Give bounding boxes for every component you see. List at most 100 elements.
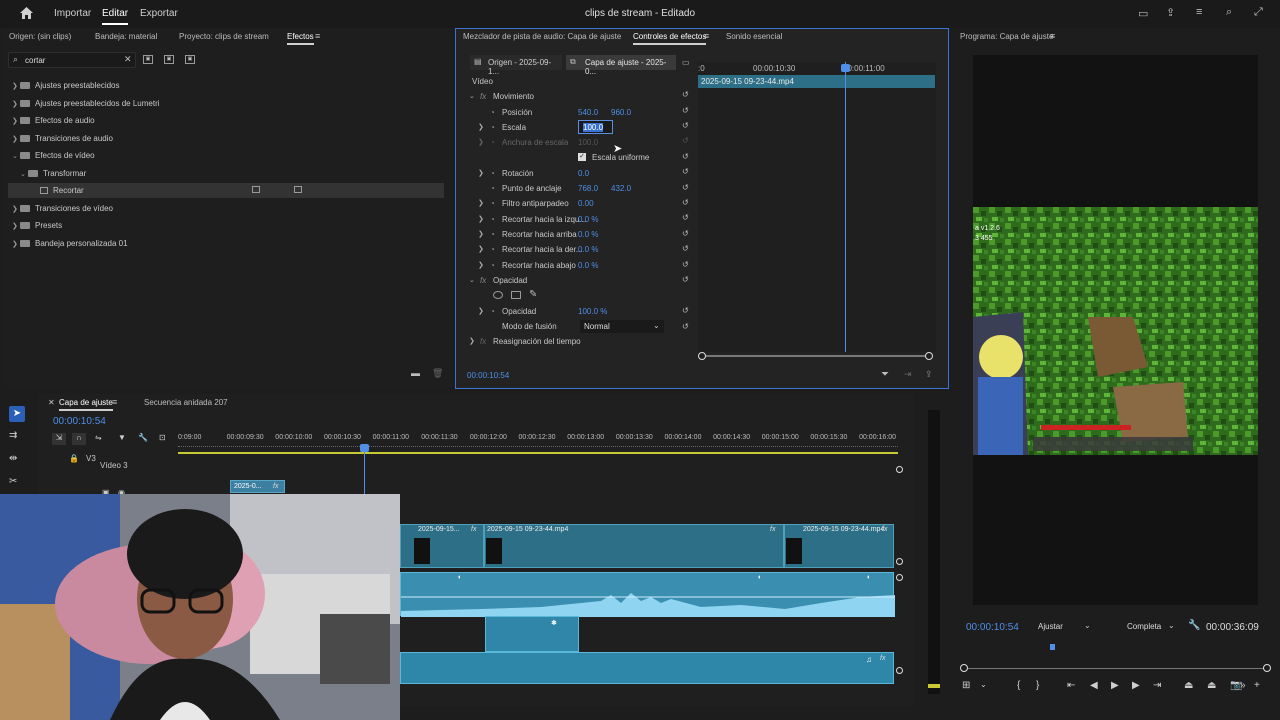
param-value-x[interactable]: 540.0 bbox=[578, 108, 598, 117]
step-back-icon[interactable]: ◀ bbox=[1090, 680, 1098, 691]
audio-clip-music[interactable] bbox=[400, 652, 894, 684]
program-scrub-handle-left[interactable] bbox=[960, 664, 968, 672]
clear-search-icon[interactable]: ✕ bbox=[124, 54, 132, 65]
tab-effect-controls[interactable]: Controles de efectos bbox=[633, 32, 707, 45]
tab-bandeja[interactable]: Bandeja: material bbox=[95, 32, 157, 41]
expand-icon[interactable]: ❯ bbox=[478, 199, 484, 207]
tab-origen[interactable]: Origen: (sin clips) bbox=[9, 32, 71, 41]
32bit-effects-icon[interactable]: ▣ bbox=[164, 55, 174, 64]
lock-icon[interactable]: 🔒 bbox=[69, 454, 79, 463]
param-value[interactable]: 0.0 bbox=[578, 169, 589, 178]
reset-icon[interactable]: ↺ bbox=[682, 121, 689, 130]
go-to-out-icon[interactable]: ⇥ bbox=[1153, 680, 1161, 691]
add-marker-icon[interactable]: ▼ bbox=[118, 433, 126, 442]
play-icon[interactable]: ▶ bbox=[1111, 680, 1119, 691]
close-icon[interactable]: ✕ bbox=[48, 398, 55, 407]
track-select-icon[interactable]: ⇉ bbox=[9, 430, 17, 441]
menu-icon[interactable]: ≡ bbox=[1196, 6, 1202, 18]
play-audio-icon[interactable]: ⇥ bbox=[904, 369, 912, 380]
stopwatch-icon[interactable]: ◔ bbox=[490, 169, 495, 178]
tab-efectos[interactable]: Efectos bbox=[287, 32, 314, 45]
expand-icon[interactable]: ❯ bbox=[478, 230, 484, 238]
audio-clip-small[interactable] bbox=[485, 616, 579, 652]
lift-icon[interactable]: ⏏ bbox=[1184, 680, 1193, 691]
timeline-vscroll-handle[interactable] bbox=[896, 558, 903, 565]
stopwatch-icon[interactable]: ◔ bbox=[490, 307, 495, 316]
selection-tool-icon[interactable]: ➤ bbox=[9, 406, 25, 422]
new-bin-icon[interactable]: ▬ bbox=[411, 368, 420, 378]
tree-item-custom-bin[interactable]: ❯ Bandeja personalizada 01 bbox=[12, 239, 128, 248]
tab-menu-icon[interactable]: ≡ bbox=[704, 31, 709, 41]
extract-icon[interactable]: ⏏ bbox=[1207, 680, 1216, 691]
tab-menu-icon[interactable]: ≡ bbox=[1050, 31, 1055, 41]
reset-icon[interactable]: ↺ bbox=[682, 183, 689, 192]
mark-in-icon[interactable]: { bbox=[1017, 680, 1020, 691]
expand-icon[interactable]: ❯ bbox=[478, 245, 484, 253]
timeline-playhead[interactable] bbox=[364, 444, 365, 500]
safe-margins-icon[interactable]: ⊞ bbox=[962, 680, 970, 691]
fit-select[interactable]: Ajustar ⌄ bbox=[1034, 620, 1094, 634]
param-value-y[interactable]: 432.0 bbox=[611, 184, 631, 193]
nest-icon[interactable]: ⇲ bbox=[52, 433, 66, 445]
tab-essential-sound[interactable]: Sonido esencial bbox=[726, 32, 782, 41]
timeline-vscroll-handle[interactable] bbox=[896, 466, 903, 473]
ec-zoom-handle-left[interactable] bbox=[698, 352, 706, 360]
tab-nested-sequence[interactable]: Secuencia anidada 207 bbox=[144, 398, 228, 407]
filter-icon[interactable]: ⏷ bbox=[881, 369, 889, 380]
reset-icon[interactable]: ↺ bbox=[682, 306, 689, 315]
expand-icon[interactable]: ❯ bbox=[478, 215, 484, 223]
reset-icon[interactable]: ↺ bbox=[682, 213, 689, 222]
program-scrub-bar[interactable] bbox=[964, 668, 1268, 669]
export-icon[interactable]: ⇪ bbox=[925, 369, 933, 380]
param-value[interactable]: 0.0 % bbox=[578, 215, 598, 224]
adjustment-clip[interactable]: 2025-0... fx bbox=[230, 480, 285, 493]
settings-wrench-icon[interactable]: 🔧 bbox=[138, 433, 148, 442]
razor-tool-icon[interactable]: ✂ bbox=[9, 476, 17, 487]
blend-mode-select[interactable]: Normal ⌄ bbox=[580, 320, 664, 333]
param-value-x[interactable]: 768.0 bbox=[578, 184, 598, 193]
reset-icon[interactable]: ↺ bbox=[682, 322, 689, 331]
effects-search-input[interactable] bbox=[25, 55, 125, 66]
mark-out-icon[interactable]: } bbox=[1036, 680, 1039, 691]
linked-selection-icon[interactable]: ⇋ bbox=[95, 433, 102, 442]
expand-icon[interactable]: ❯ bbox=[478, 261, 484, 269]
search-icon[interactable]: ⌕ bbox=[1226, 6, 1232, 19]
source-tab-capa[interactable]: ⧉ Capa de ajuste - 2025-0... bbox=[566, 55, 676, 76]
tree-item-video-transitions[interactable]: ❯ Transiciones de vídeo bbox=[12, 204, 113, 213]
delete-icon[interactable]: 🗑 bbox=[432, 368, 443, 379]
timeline-vscroll-handle[interactable] bbox=[896, 667, 903, 674]
ec-clip-bar[interactable]: 2025-09-15 09-23-44.mp4 bbox=[698, 75, 935, 88]
tab-menu-icon[interactable]: ≡ bbox=[315, 31, 320, 41]
panel-toggle-icon[interactable]: ▭ bbox=[682, 58, 690, 67]
timeline-vscroll-handle[interactable] bbox=[896, 574, 903, 581]
chevron-down-icon[interactable]: ⌄ bbox=[980, 680, 987, 689]
ec-playhead[interactable] bbox=[845, 62, 846, 352]
tab-proyecto[interactable]: Proyecto: clips de stream bbox=[179, 32, 269, 41]
yuv-effects-icon[interactable]: ▣ bbox=[185, 55, 195, 64]
program-scrub-handle-right[interactable] bbox=[1263, 664, 1271, 672]
step-forward-icon[interactable]: ▶ bbox=[1132, 680, 1140, 691]
add-button-icon[interactable]: + bbox=[1254, 680, 1260, 691]
ec-zoom-bar[interactable] bbox=[702, 355, 930, 357]
expand-scale-icon[interactable]: ❯ bbox=[478, 123, 484, 131]
ellipse-mask-icon[interactable] bbox=[493, 291, 503, 299]
uniform-scale-checkbox[interactable]: ✓ bbox=[578, 153, 586, 161]
tree-item-presets[interactable]: ❯ Ajustes preestablecidos bbox=[12, 81, 120, 90]
share-icon[interactable]: ⇪ bbox=[1166, 6, 1175, 19]
more-icon[interactable]: » bbox=[1240, 680, 1246, 691]
param-value[interactable]: 0.00 bbox=[578, 199, 594, 208]
tab-audio-mixer[interactable]: Mezclador de pista de audio: Capa de aju… bbox=[463, 32, 621, 41]
expand-icon[interactable]: ❯ bbox=[478, 307, 484, 315]
program-timecode[interactable]: 00:00:10:54 bbox=[966, 622, 1019, 633]
program-playhead[interactable] bbox=[1050, 644, 1055, 650]
reset-icon[interactable]: ↺ bbox=[682, 275, 689, 284]
tab-sequence[interactable]: Capa de ajuste bbox=[59, 398, 113, 411]
quality-select[interactable]: Completa ⌄ bbox=[1124, 620, 1178, 634]
param-value[interactable]: 0.0 % bbox=[578, 245, 598, 254]
tree-item-audio-effects[interactable]: ❯ Efectos de audio bbox=[12, 116, 95, 125]
tree-item-recortar[interactable]: Recortar bbox=[40, 186, 84, 195]
stopwatch-icon[interactable]: ◔ bbox=[490, 261, 495, 270]
wrench-icon[interactable]: 🔧 bbox=[1188, 620, 1200, 631]
param-value[interactable]: 0.0 % bbox=[578, 230, 598, 239]
pen-mask-icon[interactable]: ✎ bbox=[529, 289, 537, 300]
